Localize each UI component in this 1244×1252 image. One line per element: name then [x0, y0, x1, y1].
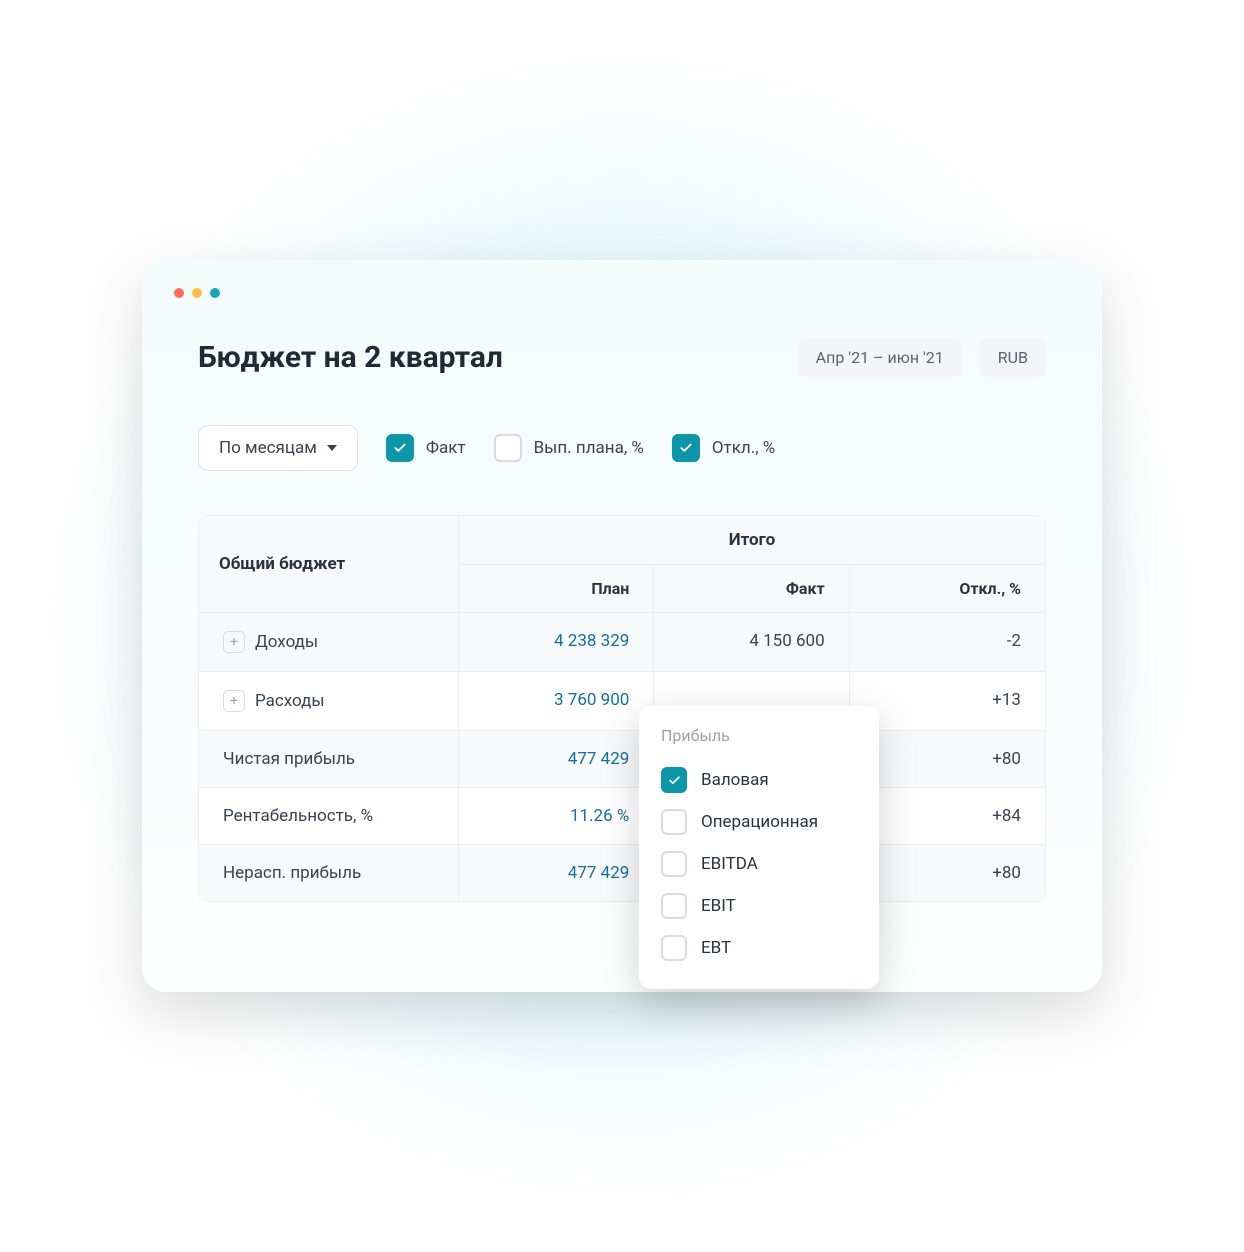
cell-plan[interactable]: 477 429: [459, 845, 654, 901]
minimize-icon[interactable]: [192, 288, 202, 298]
table-corner-label: Общий бюджет: [199, 516, 459, 612]
row-label: Расходы: [255, 691, 325, 711]
option-deviation-label: Откл., %: [712, 438, 775, 458]
table-row: Нерасп. прибыль477 429+80: [199, 844, 1045, 901]
col-header-dev: Откл., %: [850, 565, 1045, 612]
checkbox-fact[interactable]: [386, 434, 414, 462]
cell-plan[interactable]: 3 760 900: [459, 672, 654, 730]
table-row: Чистая прибыль477 429+80: [199, 730, 1045, 787]
cell-plan[interactable]: 4 238 329: [459, 613, 654, 671]
table-group-header: Итого: [459, 516, 1045, 565]
row-label-cell: Нерасп. прибыль: [199, 845, 459, 901]
window-traffic-lights: [142, 288, 1102, 298]
popup-option-checkbox[interactable]: [661, 851, 687, 877]
popup-option[interactable]: Операционная: [661, 801, 857, 843]
option-deviation[interactable]: Откл., %: [672, 434, 775, 462]
group-by-dropdown[interactable]: По месяцам: [198, 425, 358, 471]
table-row: + Доходы 4 238 3294 150 600-2: [199, 612, 1045, 671]
popup-option-checkbox[interactable]: [661, 809, 687, 835]
row-label: Чистая прибыль: [223, 749, 355, 769]
option-fact-label: Факт: [426, 438, 466, 458]
popup-option[interactable]: EBIT: [661, 885, 857, 927]
cell-fact: 4 150 600: [654, 613, 849, 671]
popup-option-checkbox[interactable]: [661, 767, 687, 793]
profit-popup: Прибыль Валовая Операционная EBITDA EBIT EBT: [639, 706, 879, 989]
cell-deviation: -2: [850, 613, 1045, 671]
period-chip[interactable]: Апр '21 – июн '21: [798, 338, 962, 377]
cell-plan[interactable]: 477 429: [459, 731, 654, 787]
popup-option[interactable]: Валовая: [661, 759, 857, 801]
controls-row: По месяцам Факт Вып. плана, % Откл., %: [198, 425, 1046, 471]
table-row: Рентабельность, %11.26 %+84: [199, 787, 1045, 844]
currency-chip[interactable]: RUB: [980, 338, 1046, 377]
popup-option[interactable]: EBITDA: [661, 843, 857, 885]
table-row: +Расходы3 760 900+13: [199, 671, 1045, 730]
expand-icon[interactable]: +: [223, 631, 245, 653]
page-title: Бюджет на 2 квартал: [198, 340, 503, 375]
row-label-cell: + Доходы: [199, 613, 459, 671]
col-header-fact: Факт: [654, 565, 849, 612]
expand-icon[interactable]: +: [223, 690, 245, 712]
row-label-cell: Чистая прибыль: [199, 731, 459, 787]
popup-option[interactable]: EBT: [661, 927, 857, 969]
row-label-cell: + Расходы: [199, 672, 459, 730]
page-header: Бюджет на 2 квартал Апр '21 – июн '21 RU…: [198, 338, 1046, 377]
col-header-plan: План: [459, 565, 654, 612]
popup-option-checkbox[interactable]: [661, 935, 687, 961]
budget-table: Общий бюджет Итого План Факт Откл., % + Д…: [198, 515, 1046, 902]
checkbox-deviation[interactable]: [672, 434, 700, 462]
maximize-icon[interactable]: [210, 288, 220, 298]
caret-down-icon: [327, 445, 337, 451]
app-window: Бюджет на 2 квартал Апр '21 – июн '21 RU…: [142, 260, 1102, 992]
popup-title: Прибыль: [661, 726, 857, 745]
option-plan-exec-label: Вып. плана, %: [534, 438, 644, 458]
popup-option-checkbox[interactable]: [661, 893, 687, 919]
row-label: Рентабельность, %: [223, 806, 373, 826]
close-icon[interactable]: [174, 288, 184, 298]
cell-plan[interactable]: 11.26 %: [459, 788, 654, 844]
option-fact[interactable]: Факт: [386, 434, 466, 462]
group-by-label: По месяцам: [219, 438, 317, 458]
popup-option-label: Операционная: [701, 812, 818, 832]
row-label: Нерасп. прибыль: [223, 863, 361, 883]
checkbox-plan-exec[interactable]: [494, 434, 522, 462]
popup-option-label: EBITDA: [701, 854, 758, 874]
row-label: Доходы: [255, 632, 318, 652]
row-label-cell: Рентабельность, %: [199, 788, 459, 844]
option-plan-exec[interactable]: Вып. плана, %: [494, 434, 644, 462]
popup-option-label: EBIT: [701, 896, 736, 916]
popup-option-label: Валовая: [701, 770, 769, 790]
popup-option-label: EBT: [701, 938, 731, 958]
